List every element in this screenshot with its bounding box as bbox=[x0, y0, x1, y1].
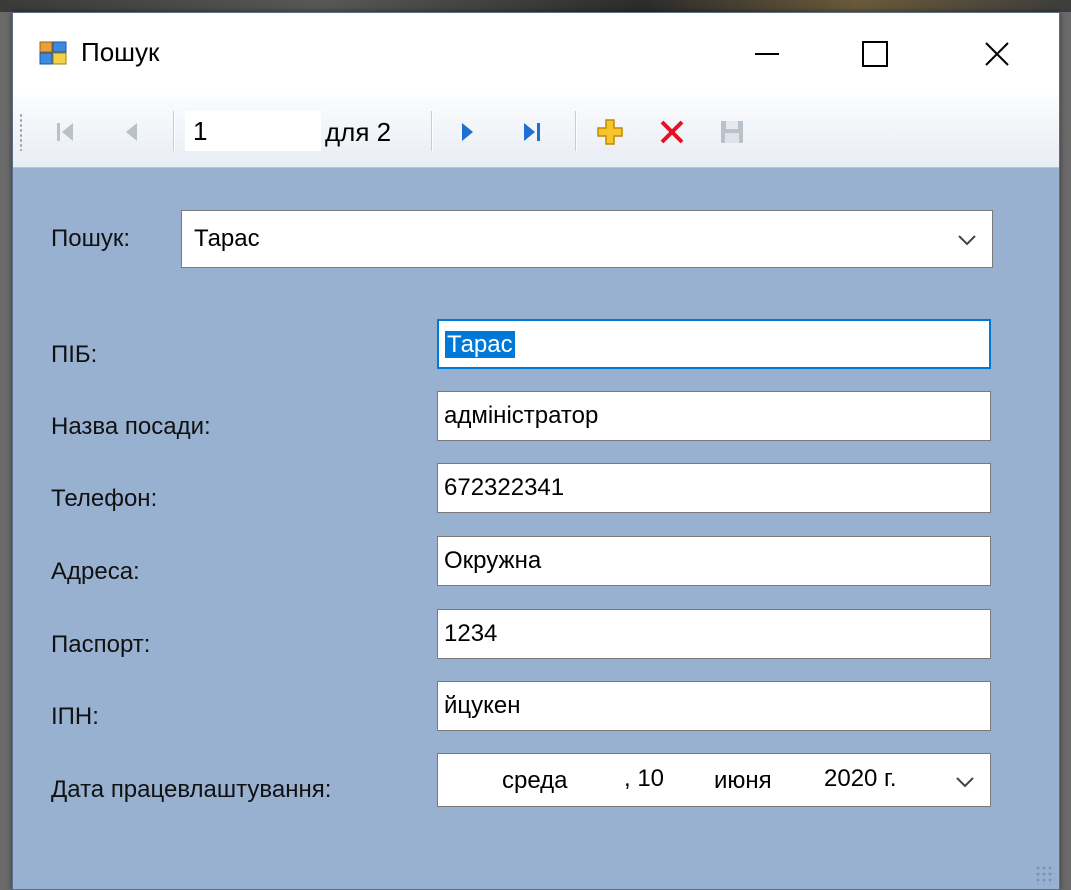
maximize-icon bbox=[862, 41, 888, 67]
count-label: для 2 bbox=[325, 117, 392, 147]
address-label: Адреса: bbox=[51, 558, 140, 585]
move-last-icon[interactable] bbox=[517, 117, 547, 147]
address-field[interactable] bbox=[437, 536, 991, 586]
move-first-icon[interactable] bbox=[51, 117, 81, 147]
chevron-down-icon[interactable] bbox=[954, 775, 976, 789]
delete-icon[interactable] bbox=[657, 117, 687, 147]
close-icon bbox=[985, 42, 1009, 66]
passport-field[interactable] bbox=[437, 609, 991, 659]
minimize-button[interactable] bbox=[713, 13, 821, 95]
toolbar-separator bbox=[575, 111, 577, 151]
binding-navigator-toolbar: для 2 bbox=[13, 95, 1059, 168]
toolbar-separator bbox=[173, 111, 175, 151]
hire-date-year[interactable]: 2020 г. bbox=[824, 765, 897, 793]
hire-date-day[interactable]: , 10 bbox=[624, 765, 664, 793]
search-combobox-value: Тарас bbox=[194, 225, 260, 252]
phone-label: Телефон: bbox=[51, 485, 158, 512]
move-previous-icon[interactable] bbox=[117, 117, 147, 147]
search-window: Пошук для 2 bbox=[12, 12, 1060, 890]
search-label: Пошук: bbox=[51, 225, 131, 252]
maximize-button[interactable] bbox=[821, 13, 929, 95]
hire-date-weekday[interactable]: среда bbox=[502, 767, 568, 795]
search-combobox[interactable]: Тарас bbox=[181, 210, 993, 268]
move-next-icon[interactable] bbox=[453, 117, 483, 147]
position-field[interactable] bbox=[437, 391, 991, 441]
app-icon bbox=[39, 41, 67, 65]
name-field-value: Тарас bbox=[445, 331, 515, 358]
title-bar[interactable]: Пошук bbox=[13, 13, 1059, 95]
window-title: Пошук bbox=[81, 37, 160, 67]
toolbar-separator bbox=[431, 111, 433, 151]
name-field[interactable]: Тарас bbox=[437, 319, 991, 369]
name-label: ПІБ: bbox=[51, 341, 98, 368]
hire-date-month[interactable]: июня bbox=[714, 767, 772, 795]
ipn-field[interactable] bbox=[437, 681, 991, 731]
passport-label: Паспорт: bbox=[51, 631, 151, 658]
minimize-icon bbox=[755, 53, 779, 55]
save-icon[interactable] bbox=[717, 117, 747, 147]
add-new-icon[interactable] bbox=[595, 117, 625, 147]
hire-date-picker[interactable]: среда , 10 июня 2020 г. bbox=[437, 753, 991, 807]
toolbar-grip[interactable] bbox=[19, 113, 23, 151]
resize-grip[interactable] bbox=[1035, 865, 1055, 885]
background-window-strip bbox=[0, 0, 1071, 12]
ipn-label: ІПН: bbox=[51, 703, 99, 730]
close-button[interactable] bbox=[943, 13, 1051, 95]
position-label: Назва посади: bbox=[51, 413, 211, 440]
position-input[interactable] bbox=[185, 111, 321, 151]
chevron-down-icon[interactable] bbox=[956, 233, 978, 247]
hire-date-label: Дата працевлаштування: bbox=[51, 776, 332, 803]
phone-field[interactable] bbox=[437, 463, 991, 513]
